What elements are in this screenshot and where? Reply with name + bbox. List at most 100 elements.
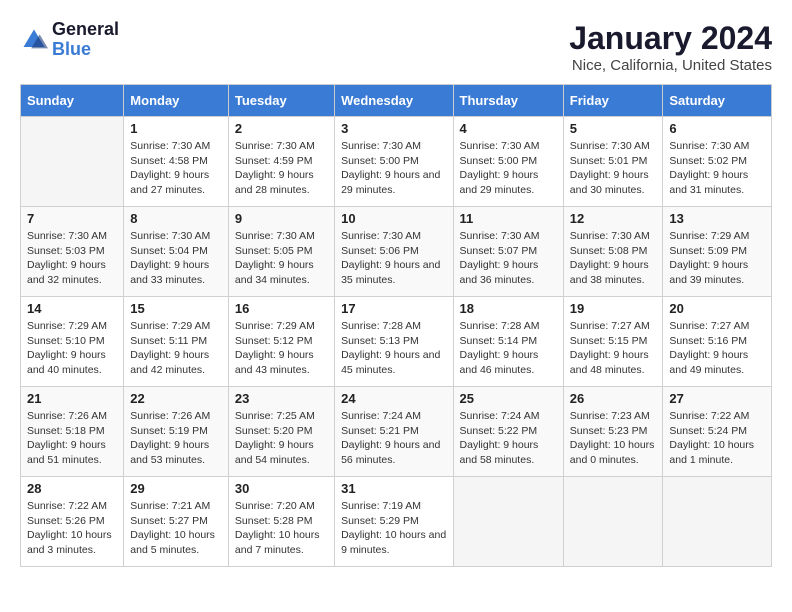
day-cell: 10 Sunrise: 7:30 AMSunset: 5:06 PMDaylig… [335, 207, 453, 297]
day-cell: 11 Sunrise: 7:30 AMSunset: 5:07 PMDaylig… [453, 207, 563, 297]
day-cell: 22 Sunrise: 7:26 AMSunset: 5:19 PMDaylig… [124, 387, 229, 477]
day-cell: 17 Sunrise: 7:28 AMSunset: 5:13 PMDaylig… [335, 297, 453, 387]
day-cell [21, 117, 124, 207]
day-info: Sunrise: 7:29 AMSunset: 5:12 PMDaylight:… [235, 319, 328, 378]
day-number: 25 [460, 391, 557, 406]
day-info: Sunrise: 7:30 AMSunset: 5:00 PMDaylight:… [460, 139, 557, 198]
header-row: SundayMondayTuesdayWednesdayThursdayFrid… [21, 85, 772, 117]
day-info: Sunrise: 7:28 AMSunset: 5:13 PMDaylight:… [341, 319, 446, 378]
day-number: 9 [235, 211, 328, 226]
day-info: Sunrise: 7:24 AMSunset: 5:21 PMDaylight:… [341, 409, 446, 468]
day-number: 5 [570, 121, 657, 136]
day-info: Sunrise: 7:30 AMSunset: 5:07 PMDaylight:… [460, 229, 557, 288]
day-number: 20 [669, 301, 765, 316]
day-number: 22 [130, 391, 222, 406]
day-number: 16 [235, 301, 328, 316]
day-cell: 1 Sunrise: 7:30 AMSunset: 4:58 PMDayligh… [124, 117, 229, 207]
day-number: 30 [235, 481, 328, 496]
day-cell: 16 Sunrise: 7:29 AMSunset: 5:12 PMDaylig… [228, 297, 334, 387]
day-info: Sunrise: 7:30 AMSunset: 5:00 PMDaylight:… [341, 139, 446, 198]
day-cell: 25 Sunrise: 7:24 AMSunset: 5:22 PMDaylig… [453, 387, 563, 477]
day-cell: 30 Sunrise: 7:20 AMSunset: 5:28 PMDaylig… [228, 477, 334, 567]
day-info: Sunrise: 7:30 AMSunset: 5:06 PMDaylight:… [341, 229, 446, 288]
day-number: 1 [130, 121, 222, 136]
day-cell [453, 477, 563, 567]
day-cell: 14 Sunrise: 7:29 AMSunset: 5:10 PMDaylig… [21, 297, 124, 387]
day-info: Sunrise: 7:19 AMSunset: 5:29 PMDaylight:… [341, 499, 446, 558]
day-number: 2 [235, 121, 328, 136]
logo: GeneralBlue [20, 20, 119, 60]
day-cell: 19 Sunrise: 7:27 AMSunset: 5:15 PMDaylig… [563, 297, 663, 387]
day-cell: 2 Sunrise: 7:30 AMSunset: 4:59 PMDayligh… [228, 117, 334, 207]
day-info: Sunrise: 7:26 AMSunset: 5:18 PMDaylight:… [27, 409, 117, 468]
day-cell: 3 Sunrise: 7:30 AMSunset: 5:00 PMDayligh… [335, 117, 453, 207]
day-info: Sunrise: 7:30 AMSunset: 5:05 PMDaylight:… [235, 229, 328, 288]
day-number: 7 [27, 211, 117, 226]
day-cell: 29 Sunrise: 7:21 AMSunset: 5:27 PMDaylig… [124, 477, 229, 567]
header-cell-saturday: Saturday [663, 85, 772, 117]
day-info: Sunrise: 7:29 AMSunset: 5:10 PMDaylight:… [27, 319, 117, 378]
day-info: Sunrise: 7:27 AMSunset: 5:15 PMDaylight:… [570, 319, 657, 378]
day-cell: 7 Sunrise: 7:30 AMSunset: 5:03 PMDayligh… [21, 207, 124, 297]
subtitle: Nice, California, United States [569, 57, 772, 74]
day-info: Sunrise: 7:22 AMSunset: 5:24 PMDaylight:… [669, 409, 765, 468]
day-number: 8 [130, 211, 222, 226]
day-info: Sunrise: 7:30 AMSunset: 4:59 PMDaylight:… [235, 139, 328, 198]
day-info: Sunrise: 7:26 AMSunset: 5:19 PMDaylight:… [130, 409, 222, 468]
day-number: 26 [570, 391, 657, 406]
day-info: Sunrise: 7:23 AMSunset: 5:23 PMDaylight:… [570, 409, 657, 468]
day-info: Sunrise: 7:21 AMSunset: 5:27 PMDaylight:… [130, 499, 222, 558]
header-cell-tuesday: Tuesday [228, 85, 334, 117]
logo-text: GeneralBlue [52, 20, 119, 60]
header-cell-monday: Monday [124, 85, 229, 117]
day-info: Sunrise: 7:30 AMSunset: 5:01 PMDaylight:… [570, 139, 657, 198]
day-info: Sunrise: 7:30 AMSunset: 5:08 PMDaylight:… [570, 229, 657, 288]
main-title: January 2024 [569, 20, 772, 57]
day-cell: 15 Sunrise: 7:29 AMSunset: 5:11 PMDaylig… [124, 297, 229, 387]
day-number: 10 [341, 211, 446, 226]
day-info: Sunrise: 7:29 AMSunset: 5:09 PMDaylight:… [669, 229, 765, 288]
day-cell: 8 Sunrise: 7:30 AMSunset: 5:04 PMDayligh… [124, 207, 229, 297]
day-cell [563, 477, 663, 567]
day-number: 14 [27, 301, 117, 316]
day-cell: 18 Sunrise: 7:28 AMSunset: 5:14 PMDaylig… [453, 297, 563, 387]
header-cell-wednesday: Wednesday [335, 85, 453, 117]
day-cell: 26 Sunrise: 7:23 AMSunset: 5:23 PMDaylig… [563, 387, 663, 477]
day-cell: 4 Sunrise: 7:30 AMSunset: 5:00 PMDayligh… [453, 117, 563, 207]
week-row-2: 7 Sunrise: 7:30 AMSunset: 5:03 PMDayligh… [21, 207, 772, 297]
day-cell: 31 Sunrise: 7:19 AMSunset: 5:29 PMDaylig… [335, 477, 453, 567]
header-cell-friday: Friday [563, 85, 663, 117]
calendar-table: SundayMondayTuesdayWednesdayThursdayFrid… [20, 84, 772, 567]
day-cell: 13 Sunrise: 7:29 AMSunset: 5:09 PMDaylig… [663, 207, 772, 297]
day-number: 23 [235, 391, 328, 406]
day-number: 18 [460, 301, 557, 316]
day-info: Sunrise: 7:25 AMSunset: 5:20 PMDaylight:… [235, 409, 328, 468]
logo-icon [20, 26, 48, 54]
day-number: 19 [570, 301, 657, 316]
title-area: January 2024 Nice, California, United St… [569, 20, 772, 74]
day-info: Sunrise: 7:30 AMSunset: 5:04 PMDaylight:… [130, 229, 222, 288]
day-number: 11 [460, 211, 557, 226]
day-cell: 28 Sunrise: 7:22 AMSunset: 5:26 PMDaylig… [21, 477, 124, 567]
day-number: 13 [669, 211, 765, 226]
day-number: 17 [341, 301, 446, 316]
header: GeneralBlue January 2024 Nice, Californi… [20, 20, 772, 74]
day-cell: 12 Sunrise: 7:30 AMSunset: 5:08 PMDaylig… [563, 207, 663, 297]
day-info: Sunrise: 7:30 AMSunset: 5:02 PMDaylight:… [669, 139, 765, 198]
day-cell: 27 Sunrise: 7:22 AMSunset: 5:24 PMDaylig… [663, 387, 772, 477]
day-info: Sunrise: 7:29 AMSunset: 5:11 PMDaylight:… [130, 319, 222, 378]
day-cell: 21 Sunrise: 7:26 AMSunset: 5:18 PMDaylig… [21, 387, 124, 477]
day-cell: 6 Sunrise: 7:30 AMSunset: 5:02 PMDayligh… [663, 117, 772, 207]
day-number: 21 [27, 391, 117, 406]
day-number: 15 [130, 301, 222, 316]
day-info: Sunrise: 7:24 AMSunset: 5:22 PMDaylight:… [460, 409, 557, 468]
day-cell: 9 Sunrise: 7:30 AMSunset: 5:05 PMDayligh… [228, 207, 334, 297]
day-info: Sunrise: 7:30 AMSunset: 5:03 PMDaylight:… [27, 229, 117, 288]
week-row-4: 21 Sunrise: 7:26 AMSunset: 5:18 PMDaylig… [21, 387, 772, 477]
week-row-5: 28 Sunrise: 7:22 AMSunset: 5:26 PMDaylig… [21, 477, 772, 567]
week-row-1: 1 Sunrise: 7:30 AMSunset: 4:58 PMDayligh… [21, 117, 772, 207]
day-number: 12 [570, 211, 657, 226]
day-number: 28 [27, 481, 117, 496]
day-info: Sunrise: 7:27 AMSunset: 5:16 PMDaylight:… [669, 319, 765, 378]
day-info: Sunrise: 7:22 AMSunset: 5:26 PMDaylight:… [27, 499, 117, 558]
